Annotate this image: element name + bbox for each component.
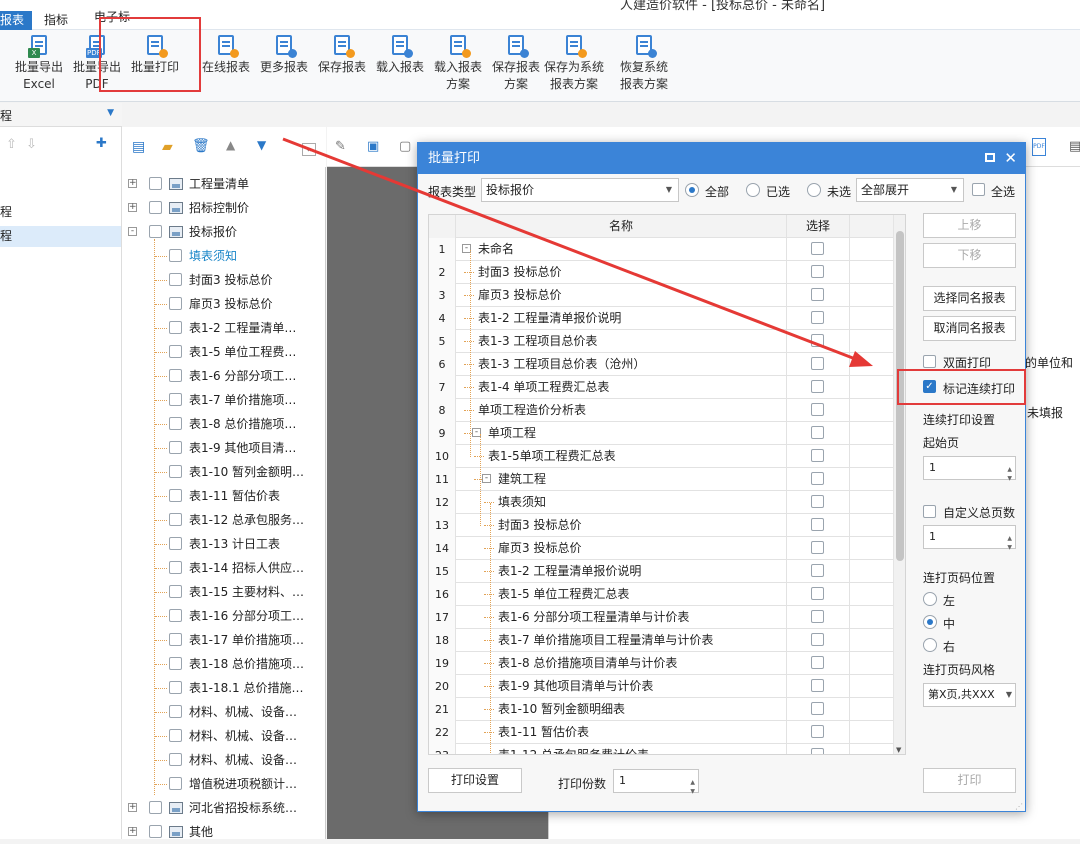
arrow-head [849,351,873,367]
annotation-arrow [282,137,873,367]
arrow-shaft [282,137,859,362]
